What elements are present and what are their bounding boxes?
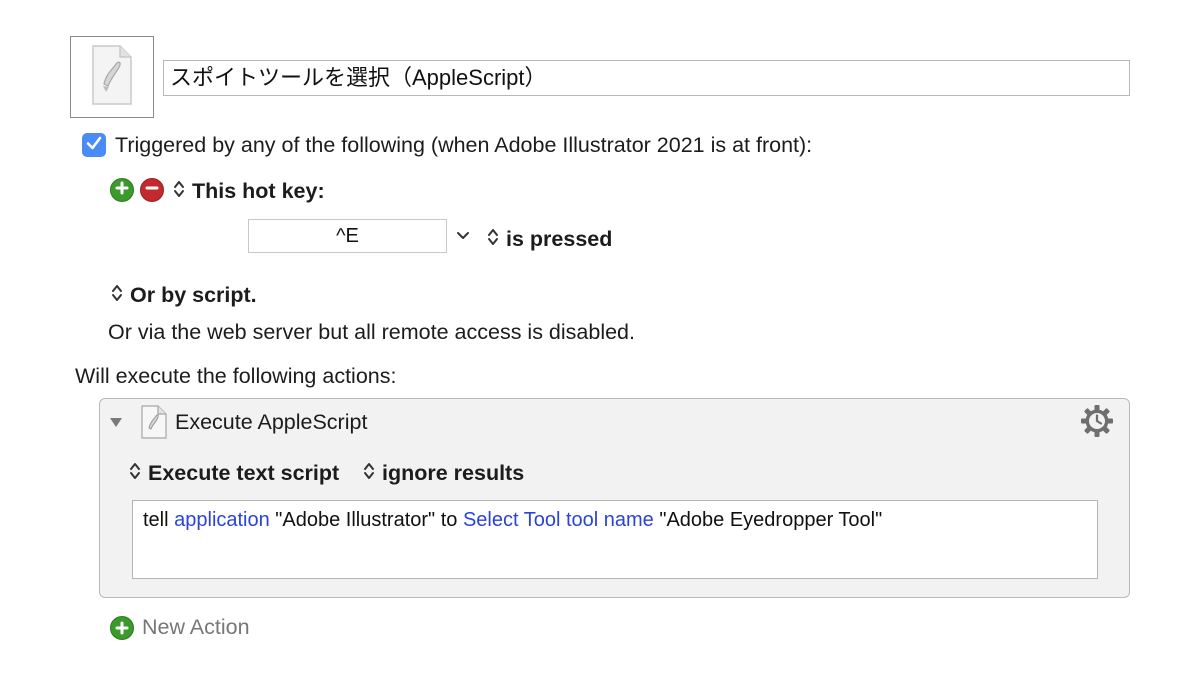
remove-trigger-button[interactable] bbox=[140, 178, 164, 202]
hotkey-menu-chevron[interactable] bbox=[455, 228, 471, 249]
trigger-checkbox[interactable] bbox=[82, 133, 106, 157]
updown-chevron-icon bbox=[128, 460, 142, 487]
results-popup[interactable]: ignore results bbox=[362, 460, 524, 487]
minus-icon bbox=[145, 181, 159, 200]
updown-chevron-icon bbox=[172, 178, 186, 205]
trigger-label: Triggered by any of the following (when … bbox=[115, 133, 813, 157]
script-text-area[interactable]: tell application "Adobe Illustrator" to … bbox=[132, 500, 1098, 579]
action-title: Execute AppleScript bbox=[175, 410, 368, 434]
pressed-label: is pressed bbox=[506, 227, 613, 251]
new-action-label: New Action bbox=[142, 615, 250, 639]
plus-icon bbox=[110, 615, 134, 640]
script-text: "Adobe Eyedropper Tool" bbox=[653, 509, 883, 531]
web-server-note: Or via the web server but all remote acc… bbox=[108, 320, 635, 344]
chevron-down-icon bbox=[455, 231, 471, 248]
triangle-down-icon bbox=[108, 417, 124, 434]
updown-chevron-icon bbox=[486, 226, 500, 253]
plus-icon bbox=[115, 181, 129, 200]
script-text: "Adobe Illustrator" to bbox=[269, 509, 463, 531]
script-keyword: application bbox=[174, 509, 270, 531]
hotkey-field[interactable]: ^E bbox=[248, 219, 447, 253]
execute-mode-popup[interactable]: Execute text script bbox=[128, 460, 339, 487]
applescript-document-icon bbox=[90, 44, 134, 111]
script-trigger-label: Or by script. bbox=[130, 283, 257, 307]
macro-icon-well[interactable] bbox=[70, 36, 154, 118]
script-text: tell bbox=[143, 509, 175, 531]
trigger-type-popup[interactable]: This hot key: bbox=[172, 178, 325, 205]
add-trigger-button[interactable] bbox=[110, 178, 134, 202]
new-action-button[interactable]: New Action bbox=[110, 615, 250, 640]
checkmark-icon bbox=[85, 134, 103, 157]
execute-mode-label: Execute text script bbox=[148, 461, 340, 485]
gear-icon bbox=[1078, 405, 1116, 444]
applescript-action-icon bbox=[140, 405, 168, 444]
disclosure-triangle[interactable] bbox=[108, 414, 124, 435]
pressed-popup[interactable]: is pressed bbox=[486, 226, 612, 253]
macro-name-field[interactable]: スポイトツールを選択（AppleScript） bbox=[163, 60, 1130, 96]
updown-chevron-icon bbox=[362, 460, 376, 487]
hotkey-trigger-label: This hot key: bbox=[192, 179, 325, 203]
results-label: ignore results bbox=[382, 461, 525, 485]
script-trigger-popup[interactable]: Or by script. bbox=[110, 282, 257, 309]
script-keyword: Select Tool tool name bbox=[462, 509, 654, 531]
actions-heading: Will execute the following actions: bbox=[75, 364, 397, 388]
updown-chevron-icon bbox=[110, 282, 124, 309]
action-gear-button[interactable] bbox=[1078, 402, 1116, 445]
